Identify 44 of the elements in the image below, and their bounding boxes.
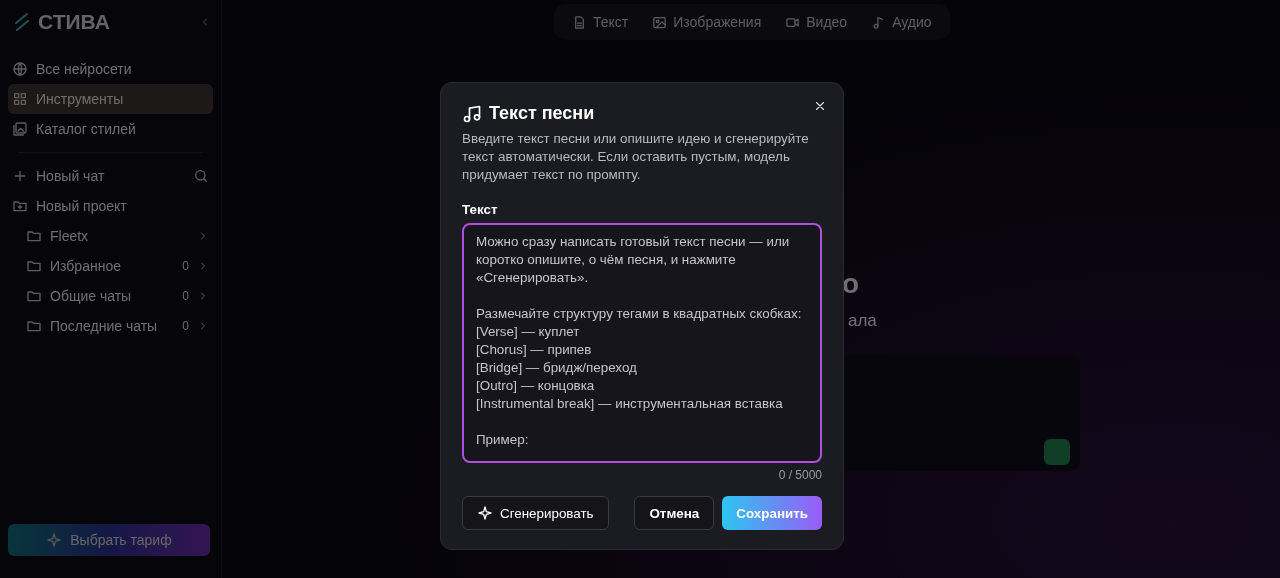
dialog-title: Текст песни xyxy=(489,103,595,124)
sidebar-item[interactable]: Инструменты xyxy=(8,84,213,114)
subheading-text: ала xyxy=(848,311,877,331)
logo-text: СТИВА xyxy=(38,10,110,34)
sparkle-icon xyxy=(477,505,493,521)
generate-button[interactable]: Сгенерировать xyxy=(462,496,609,530)
heading-text: о xyxy=(842,268,860,300)
close-icon xyxy=(813,99,827,113)
character-counter: 0 / 5000 xyxy=(777,468,822,482)
mode-tab[interactable]: Текст xyxy=(562,8,639,36)
image-icon xyxy=(652,14,668,30)
document-icon xyxy=(572,14,587,30)
folder-plus-icon xyxy=(12,198,28,214)
gallery-icon xyxy=(12,121,28,137)
plus-icon xyxy=(12,168,28,184)
cancel-button[interactable]: Отмена xyxy=(634,496,715,530)
mode-tab[interactable]: Видео xyxy=(775,8,858,36)
folder-item[interactable]: Избранное xyxy=(50,258,175,274)
search-icon xyxy=(193,168,209,184)
mode-tab[interactable]: Аудио xyxy=(861,8,942,36)
folder-item[interactable]: Общие чаты xyxy=(50,288,175,304)
folder-icon xyxy=(26,258,42,274)
folder-icon xyxy=(26,228,42,244)
sidebar-item[interactable]: Все нейросети xyxy=(8,54,213,84)
new-project-link[interactable]: Новый проект xyxy=(36,198,127,214)
field-label: Текст xyxy=(462,202,499,217)
globe-icon xyxy=(12,61,28,77)
folder-item[interactable]: Fleetx xyxy=(50,228,189,244)
folder-count: 0 xyxy=(182,319,189,333)
sparkle-icon xyxy=(46,532,63,548)
folder-item[interactable]: Последние чаты xyxy=(50,318,175,334)
lyrics-input-field[interactable]: Можно сразу написать готовый текст песни — или коротко опишите, о чём песня, и нажмите «Сгенерировать». Размечайте структуру тегами в квадратных скобках: [Verse] — куплет [Chorus] — припев [Bridge] — бридж/переход [Outro] — концовка [Instrumental break] — инструментальная вставка Пример: xyxy=(462,223,822,463)
choose-plan-button[interactable]: Выбрать тариф xyxy=(8,524,210,556)
folder-count: 0 xyxy=(182,259,189,273)
mode-tab[interactable]: Изображения xyxy=(642,8,772,36)
folder-count: 0 xyxy=(182,289,189,303)
folder-icon xyxy=(26,318,42,334)
music-note-icon xyxy=(462,103,482,124)
grid-icon xyxy=(12,91,28,107)
new-chat-link[interactable]: Новый чат xyxy=(36,168,185,184)
sidebar-item[interactable]: Каталог стилей xyxy=(8,114,213,144)
save-button[interactable]: Сохранить xyxy=(722,496,822,530)
folder-icon xyxy=(26,288,42,304)
dialog-description: Введите текст песни или опишите идею и сгенерируйте текст автоматически. Если оставить пустым, модель придумает текст по промпту. xyxy=(462,130,810,184)
